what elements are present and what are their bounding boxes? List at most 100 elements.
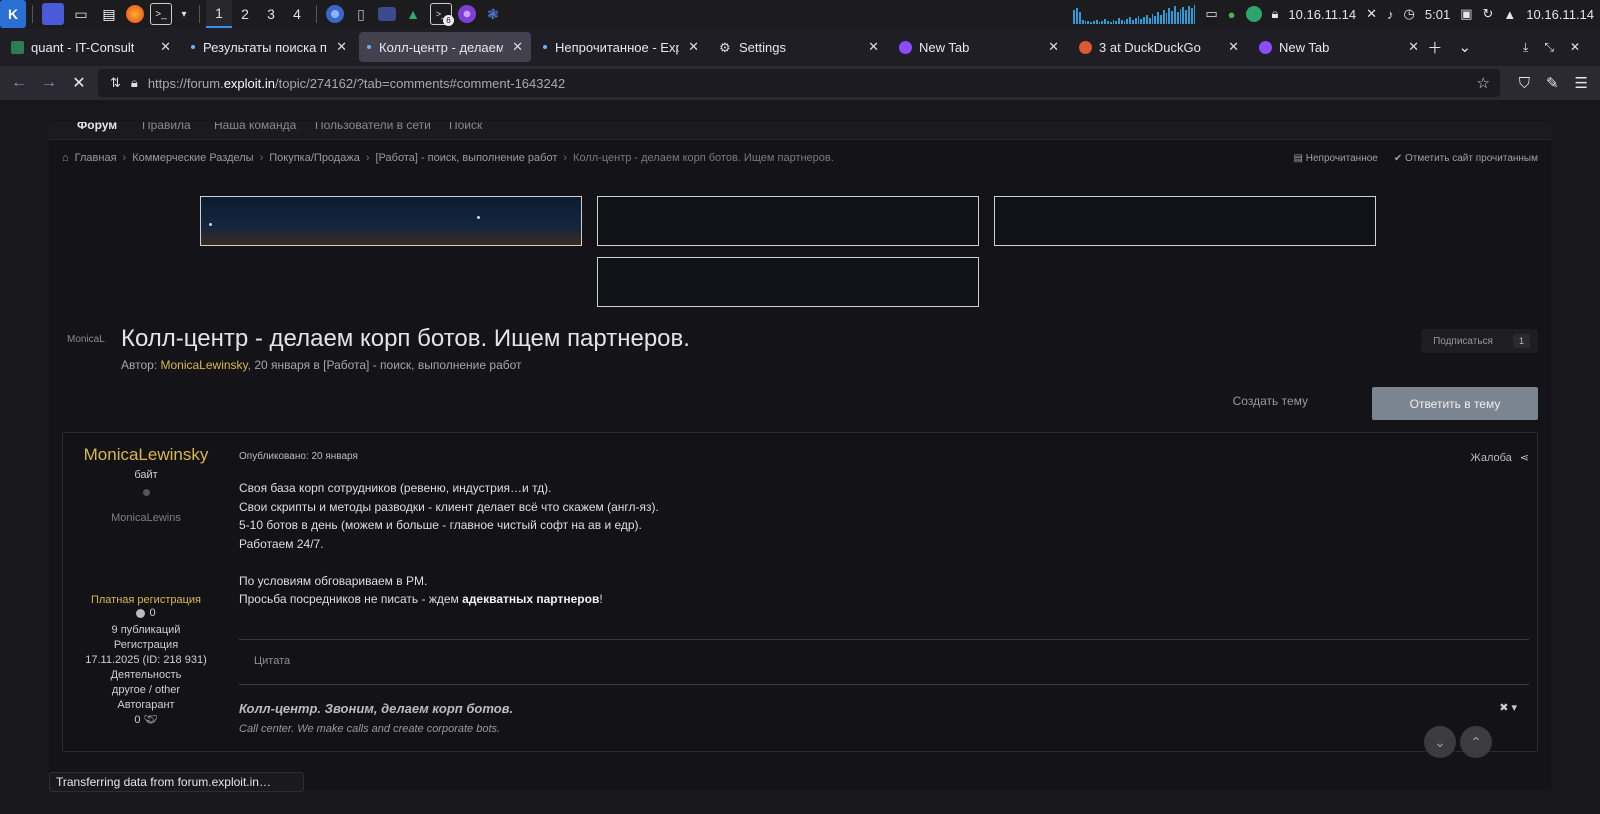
screen-icon[interactable]: ▭ xyxy=(1205,6,1217,22)
quote-button[interactable]: Цитата xyxy=(254,655,290,667)
close-icon[interactable]: ✕ xyxy=(688,39,699,55)
close-icon[interactable]: ✕ xyxy=(1228,39,1239,55)
breadcrumb-jobs[interactable]: [Работа] - поиск, выполнение работ xyxy=(376,152,558,164)
lock-icon[interactable]: ▲ xyxy=(402,3,424,25)
gear-icon: ⚙ xyxy=(719,39,731,55)
bookmark-star-icon[interactable]: ☆ xyxy=(1477,74,1490,92)
new-tab-plus-icon[interactable]: ＋ xyxy=(1427,37,1442,58)
mark-read-link[interactable]: ✔ Отметить сайт прочитанным xyxy=(1394,153,1538,164)
close-icon[interactable]: ✕ xyxy=(512,39,523,55)
cpu-bar xyxy=(1101,21,1104,24)
workspace-3[interactable]: 3 xyxy=(258,0,284,28)
topic-avatar[interactable]: MonicaL xyxy=(67,334,105,345)
registration-label: Регистрация xyxy=(113,639,179,651)
subscribe-button[interactable]: Подписаться 1 xyxy=(1421,329,1538,353)
close-icon[interactable]: ✕ xyxy=(160,39,171,55)
signature-options-icon[interactable]: ✖ ▾ xyxy=(1499,701,1517,714)
workspace-4[interactable]: 4 xyxy=(284,0,310,28)
cpu-bar xyxy=(1137,16,1140,24)
tab-unread[interactable]: Непрочитанное - Exploit ✕ xyxy=(535,32,707,62)
permissions-icon[interactable]: ⇅ xyxy=(110,75,121,91)
clock-time[interactable]: 5:01 xyxy=(1425,7,1450,22)
hamburger-menu-icon[interactable]: ☰ xyxy=(1575,74,1588,92)
close-icon[interactable]: ✕ xyxy=(868,39,879,55)
nav-forum[interactable]: Форум xyxy=(77,122,117,132)
chevron-down-icon[interactable]: ▾ xyxy=(178,3,190,25)
kali-menu-icon[interactable]: K xyxy=(0,0,26,28)
web-page: Форум Правила Наша команда Пользователи … xyxy=(49,122,1551,790)
forward-arrow-icon[interactable]: → xyxy=(34,74,64,92)
scroll-down-icon[interactable]: ⌄ xyxy=(1424,726,1456,758)
breadcrumb-buy-sell[interactable]: Покупка/Продажа xyxy=(269,152,360,164)
close-icon[interactable]: ✕ xyxy=(1048,39,1059,55)
file-manager-icon[interactable]: ▭ xyxy=(70,3,92,25)
chromium-icon[interactable] xyxy=(326,5,344,23)
chevron-right-icon: › xyxy=(259,152,264,164)
padlock-icon[interactable]: 🔒︎ xyxy=(131,75,138,91)
refresh-icon[interactable]: ↻ xyxy=(1483,6,1494,22)
post-date[interactable]: Опубликовано: 20 января xyxy=(239,451,358,462)
nav-users-online[interactable]: Пользователи в сети xyxy=(315,122,431,132)
breadcrumb-home[interactable]: Главная xyxy=(75,152,117,164)
window-close-icon[interactable]: ✕ xyxy=(1570,40,1580,54)
stop-loading-icon[interactable]: ✕ xyxy=(64,73,94,93)
create-topic-button[interactable]: Создать тему xyxy=(1233,394,1308,408)
download-icon[interactable]: ⤓ xyxy=(1523,40,1528,55)
restore-icon[interactable]: ⤡ xyxy=(1544,40,1554,55)
monitor-icon[interactable] xyxy=(378,7,396,21)
topic-meta: Автор: MonicaLewinsky, 20 января в [Рабо… xyxy=(121,358,522,372)
reply-topic-button[interactable]: Ответить в тему xyxy=(1372,387,1538,420)
topic-meta-prefix: Автор: xyxy=(121,358,161,372)
tab-search-results[interactable]: Результаты поиска по "к ✕ xyxy=(183,32,355,62)
terminal-icon[interactable]: >_ xyxy=(150,3,172,25)
vpn-icon[interactable] xyxy=(1245,6,1262,22)
nav-search[interactable]: Поиск xyxy=(449,122,482,132)
share-icon[interactable]: ⋖ xyxy=(1520,451,1529,464)
ad-banner-1[interactable] xyxy=(200,196,582,246)
workspace-1[interactable]: 1 xyxy=(206,0,232,28)
tab-call-center[interactable]: Колл-центр - делаем ко ✕ xyxy=(359,32,531,62)
close-icon[interactable]: ✕ xyxy=(336,39,347,55)
home-icon: ⌂ xyxy=(62,152,69,164)
nav-team[interactable]: Наша команда xyxy=(214,122,296,132)
tor-browser-icon[interactable] xyxy=(458,5,476,23)
tab-new-1[interactable]: New Tab ✕ xyxy=(891,32,1067,62)
topic-author-link[interactable]: MonicaLewinsky xyxy=(161,358,248,372)
tab-quant[interactable]: quant - IT-Consult ✕ xyxy=(3,32,179,62)
breadcrumb-commercial[interactable]: Коммерческие Разделы xyxy=(132,152,253,164)
cpu-bar xyxy=(1134,18,1137,24)
workspace-2[interactable]: 2 xyxy=(232,0,258,28)
text-editor-icon[interactable]: ▤ xyxy=(98,3,120,25)
shield-icon[interactable]: ⛉ xyxy=(1519,75,1530,92)
document-icon[interactable]: ▯ xyxy=(350,3,372,25)
firefox-icon[interactable] xyxy=(126,5,144,23)
nav-rules[interactable]: Правила xyxy=(142,122,191,132)
network-status-icon[interactable]: ● xyxy=(1228,7,1236,22)
ad-banner-4[interactable] xyxy=(597,257,979,307)
bell-icon[interactable]: ♪ xyxy=(1387,7,1394,22)
mute-icon[interactable]: ✕ xyxy=(1366,6,1377,22)
network-tool-icon[interactable]: ❃ xyxy=(482,3,504,25)
extensions-icon[interactable]: ✎ xyxy=(1546,74,1559,92)
tab-settings[interactable]: ⚙ Settings ✕ xyxy=(711,32,887,62)
tab-duckduckgo[interactable]: 3 at DuckDuckGo ✕ xyxy=(1071,32,1247,62)
terminal-icon[interactable]: >_ 6 xyxy=(430,3,454,26)
author-name-link[interactable]: MonicaLewinsky xyxy=(63,445,229,465)
post-line-text: Просьба посредников не писать - ждем xyxy=(239,592,463,606)
unread-link[interactable]: ▤ Непрочитанное xyxy=(1294,153,1378,164)
screen-lock-icon[interactable]: ▣ xyxy=(1460,6,1472,22)
avatar[interactable]: MonicaLewins xyxy=(63,512,229,524)
ad-banner-2[interactable] xyxy=(597,196,979,246)
tab-new-2[interactable]: New Tab ✕ xyxy=(1251,32,1427,62)
report-link[interactable]: Жалоба xyxy=(1471,452,1512,464)
url-bar[interactable]: ⇅ 🔒︎ https://forum. exploit.in/topic/2741… xyxy=(98,69,1500,97)
back-arrow-icon[interactable]: ← xyxy=(4,74,34,92)
tab-list-chevron-icon[interactable]: ⌄ xyxy=(1458,38,1471,56)
close-icon[interactable]: ✕ xyxy=(1408,39,1419,55)
ad-banner-3[interactable] xyxy=(994,196,1376,246)
post-line: Работаем 24/7. xyxy=(239,536,324,551)
ip-lock-icon: 🔒︎ xyxy=(1271,6,1279,21)
cpu-bar xyxy=(1112,20,1115,24)
desktop-icon[interactable] xyxy=(42,3,64,25)
scroll-up-icon[interactable]: ⌃ xyxy=(1460,726,1492,758)
